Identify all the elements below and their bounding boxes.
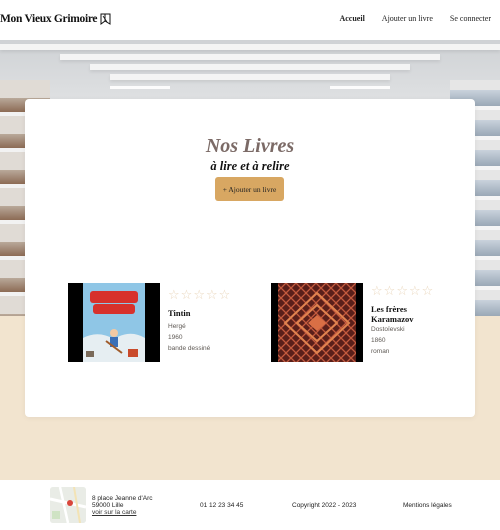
star-empty-icon: ☆ <box>371 284 383 299</box>
book-card[interactable]: ☆ ☆ ☆ ☆ ☆ Tintin Hergé 1960 bande dessin… <box>68 283 238 362</box>
book-cover-image[interactable] <box>68 283 160 362</box>
logo[interactable]: Mon Vieux Grimoire <box>0 13 111 25</box>
add-book-button[interactable]: + Ajouter un livre <box>215 177 284 201</box>
book-author: Hergé <box>168 323 186 330</box>
phone-number: 01 12 23 34 45 <box>200 502 244 509</box>
book-logo-icon <box>100 13 111 25</box>
address-block: 8 place Jeanne d'Arc 59000 Lille voir su… <box>92 495 153 516</box>
logo-text: Mon Vieux Grimoire <box>0 13 98 25</box>
nav-ajouter-livre[interactable]: Ajouter un livre <box>382 14 433 23</box>
book-card[interactable]: ☆ ☆ ☆ ☆ ☆ Les frères Karamazov Dostoïevs… <box>271 283 441 362</box>
star-empty-icon: ☆ <box>396 284 408 299</box>
main-nav: Accueil Ajouter un livre Se connecter <box>339 14 491 23</box>
book-title: Tintin <box>168 308 191 318</box>
page-subtitle: à lire et à relire <box>210 159 290 173</box>
nav-se-connecter[interactable]: Se connecter <box>450 14 491 23</box>
address-line1: 8 place Jeanne d'Arc <box>92 495 153 502</box>
book-genre: roman <box>371 348 390 355</box>
star-empty-icon: ☆ <box>193 288 205 303</box>
site-footer: 8 place Jeanne d'Arc 59000 Lille voir su… <box>0 480 500 530</box>
star-empty-icon: ☆ <box>168 288 180 303</box>
copyright-text: Copyright 2022 - 2023 <box>292 502 357 509</box>
book-title: Les frères Karamazov <box>371 304 414 324</box>
star-empty-icon: ☆ <box>421 284 434 299</box>
nav-accueil[interactable]: Accueil <box>339 14 364 23</box>
star-empty-icon: ☆ <box>180 288 193 303</box>
book-year: 1960 <box>168 334 183 341</box>
star-empty-icon: ☆ <box>408 284 421 299</box>
rating-stars: ☆ ☆ ☆ ☆ ☆ <box>371 285 433 298</box>
map-thumbnail[interactable] <box>50 487 86 523</box>
star-empty-icon: ☆ <box>205 288 218 303</box>
map-link[interactable]: voir sur la carte <box>92 509 153 516</box>
star-empty-icon: ☆ <box>218 288 231 303</box>
rating-stars: ☆ ☆ ☆ ☆ ☆ <box>168 289 230 302</box>
legal-link[interactable]: Mentions légales <box>403 502 452 509</box>
book-cover-image[interactable] <box>271 283 363 362</box>
address-line2: 59000 Lille <box>92 502 124 509</box>
books-card: Nos Livres à lire et à relire + Ajouter … <box>25 99 475 417</box>
book-genre: bande dessiné <box>168 345 211 352</box>
star-empty-icon: ☆ <box>383 284 396 299</box>
book-author: Dostoïevski <box>371 326 405 333</box>
book-year: 1860 <box>371 337 386 344</box>
page-title: Nos Livres <box>205 135 295 157</box>
site-header: Mon Vieux Grimoire Accueil Ajouter un li… <box>0 0 500 40</box>
